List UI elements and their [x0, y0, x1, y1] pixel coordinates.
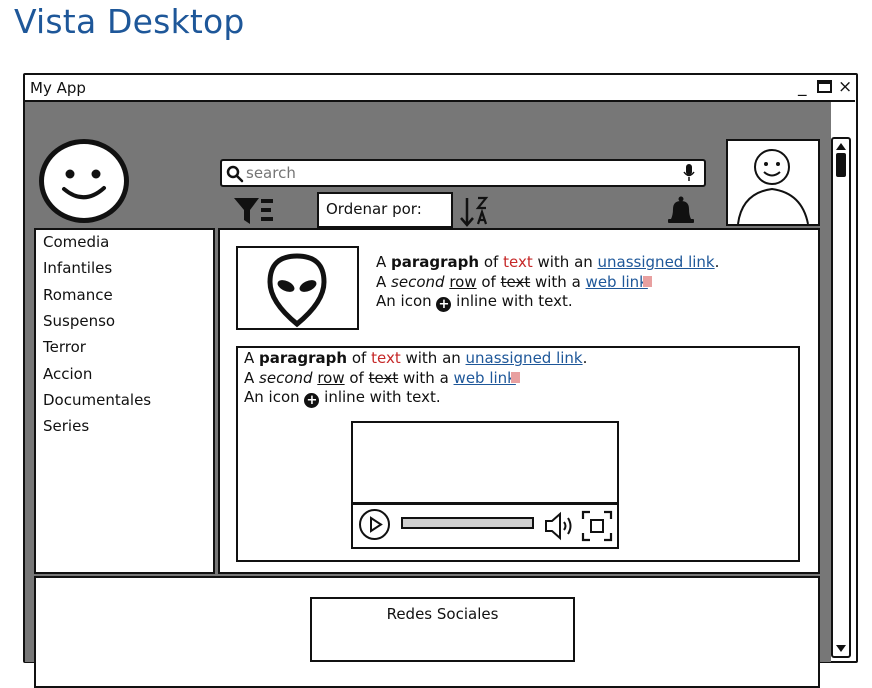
search-input[interactable] [246, 163, 666, 183]
sidebar-item-accion[interactable]: Accion [43, 365, 92, 383]
close-button[interactable]: × [838, 77, 852, 97]
alien-image [236, 246, 359, 330]
sidebar-item-documentales[interactable]: Documentales [43, 391, 151, 409]
maximize-button[interactable] [817, 80, 832, 93]
unassigned-link[interactable]: unassigned link [598, 253, 715, 271]
main-content: A paragraph of text with an unassigned l… [218, 228, 820, 574]
window-title: My App [30, 79, 86, 97]
sort-label: Ordenar por: [326, 200, 422, 218]
paragraph-line-1: A paragraph of text with an unassigned l… [244, 349, 588, 367]
sort-z-a-icon[interactable] [459, 196, 491, 228]
paragraph-line-1: A paragraph of text with an unassigned l… [376, 253, 720, 271]
video-controls-divider [353, 502, 617, 505]
app-window: My App _ × search Ordenar por: Comedia I… [23, 73, 858, 688]
vertical-scrollbar[interactable] [831, 137, 851, 658]
filter-icon[interactable] [233, 195, 275, 227]
sidebar-item-comedia[interactable]: Comedia [43, 233, 109, 251]
bell-icon[interactable] [666, 195, 696, 227]
page-title: Vista Desktop [14, 2, 245, 41]
fullscreen-icon[interactable] [581, 510, 613, 542]
sort-dropdown[interactable]: Ordenar por: [317, 192, 453, 228]
play-icon[interactable] [359, 509, 390, 540]
plus-circle-icon: + [436, 297, 452, 312]
plus-circle-icon: + [304, 393, 320, 408]
app-body: Ordenar por: Comedia Infantiles Romance … [25, 102, 831, 688]
social-label: Redes Sociales [386, 605, 499, 623]
paragraph-top: A paragraph of text with an unassigned l… [376, 253, 719, 312]
category-sidebar: Comedia Infantiles Romance Suspenso Terr… [34, 228, 215, 574]
search-bar[interactable] [220, 159, 706, 187]
alien-icon [267, 253, 327, 328]
sidebar-item-suspenso[interactable]: Suspenso [43, 312, 115, 330]
web-link[interactable]: web link [454, 369, 516, 387]
web-link[interactable]: web link [586, 273, 648, 291]
paragraph-line-2: A second row of text with a web link [376, 273, 719, 293]
video-progress-bar[interactable] [401, 517, 534, 529]
scroll-down-icon[interactable] [835, 644, 847, 654]
user-avatar-icon[interactable] [726, 139, 820, 226]
logo-smiley-icon [39, 139, 129, 223]
search-icon [226, 165, 244, 183]
title-bar: My App _ × [25, 75, 855, 102]
minimize-button[interactable]: _ [798, 77, 807, 97]
unassigned-link[interactable]: unassigned link [466, 349, 583, 367]
sidebar-item-series[interactable]: Series [43, 417, 89, 435]
sidebar-item-infantiles[interactable]: Infantiles [43, 259, 112, 277]
inner-panel: A paragraph of text with an unassigned l… [236, 346, 800, 562]
paragraph-line-3: An icon + inline with text. [244, 388, 441, 408]
microphone-icon[interactable] [683, 164, 695, 182]
sidebar-item-romance[interactable]: Romance [43, 286, 113, 304]
scrollbar-thumb[interactable] [836, 153, 846, 177]
cursor-icon [642, 275, 652, 287]
paragraph-line-2: A second row of text with a web link [244, 369, 587, 389]
video-player[interactable] [351, 421, 619, 549]
cursor-icon [510, 371, 520, 383]
scroll-up-icon[interactable] [835, 141, 847, 151]
paragraph-line-3: An icon + inline with text. [376, 292, 573, 312]
sidebar-item-terror[interactable]: Terror [43, 338, 86, 356]
volume-icon[interactable] [543, 511, 577, 541]
footer: Redes Sociales [34, 576, 820, 688]
paragraph-inner: A paragraph of text with an unassigned l… [244, 349, 587, 408]
social-links-box[interactable]: Redes Sociales [310, 597, 575, 662]
